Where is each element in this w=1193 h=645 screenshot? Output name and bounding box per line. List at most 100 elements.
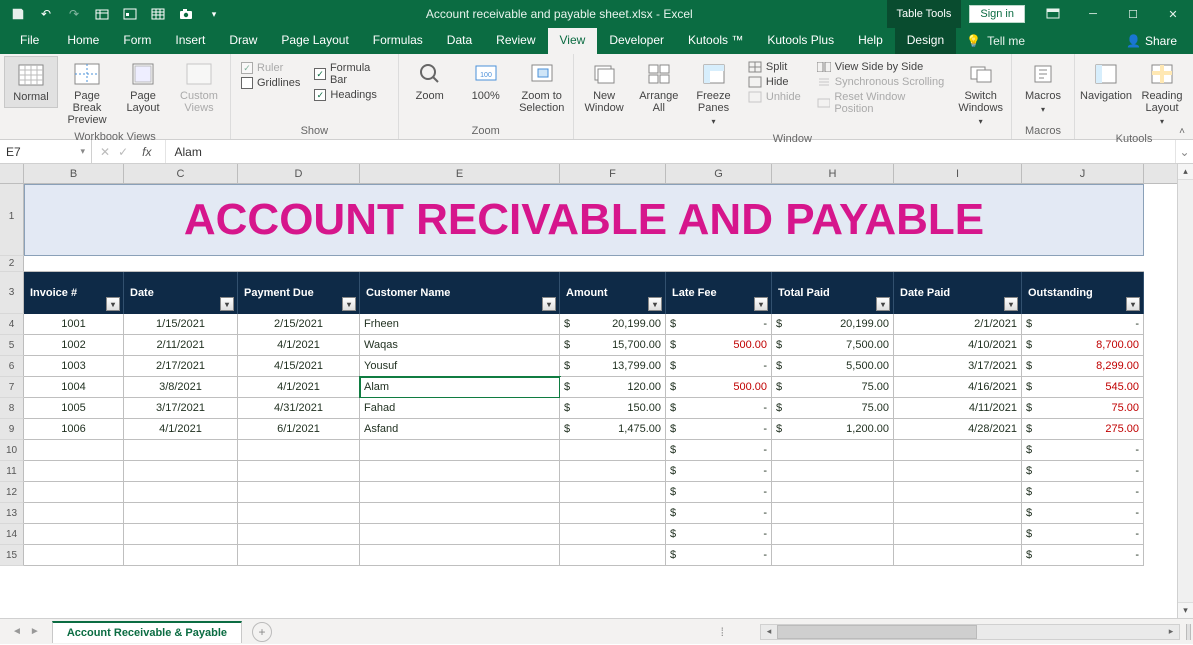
tab-view[interactable]: View [548,28,598,54]
reading-layout-button[interactable]: Reading Layout▾ [1135,56,1189,132]
cell[interactable]: $545.00 [1022,377,1144,398]
tab-page-layout[interactable]: Page Layout [269,28,360,54]
cell[interactable]: $7,500.00 [772,335,894,356]
cell[interactable]: $8,700.00 [1022,335,1144,356]
cell[interactable]: $- [666,314,772,335]
cell[interactable]: $20,199.00 [560,314,666,335]
col-header-C[interactable]: C [124,164,238,183]
cell[interactable] [238,524,360,545]
cell[interactable]: Frheen [360,314,560,335]
chevron-down-icon[interactable]: ▾ [80,146,85,157]
row-header-2[interactable]: 2 [0,256,24,272]
cell[interactable]: $500.00 [666,335,772,356]
cell[interactable]: 1006 [24,419,124,440]
cell[interactable] [238,545,360,566]
cell[interactable] [124,503,238,524]
cell[interactable] [124,545,238,566]
cell[interactable] [124,482,238,503]
cell[interactable] [772,440,894,461]
cell[interactable]: $- [666,545,772,566]
cell[interactable]: 4/15/2021 [238,356,360,377]
cell[interactable] [24,461,124,482]
col-header-E[interactable]: E [360,164,560,183]
cell[interactable] [894,524,1022,545]
split-handle[interactable] [1186,624,1191,640]
cell[interactable]: $- [1022,545,1144,566]
cell[interactable] [560,524,666,545]
cell[interactable]: 2/17/2021 [124,356,238,377]
custom-views-button[interactable]: Custom Views [172,56,226,118]
cell[interactable]: 2/1/2021 [894,314,1022,335]
cell[interactable] [124,461,238,482]
cell[interactable] [124,440,238,461]
cell[interactable]: 1001 [24,314,124,335]
row-header-10[interactable]: 10 [0,440,24,461]
cell[interactable]: Waqas [360,335,560,356]
col-header-H[interactable]: H [772,164,894,183]
scroll-down-icon[interactable]: ▾ [1178,602,1193,618]
cell[interactable] [124,524,238,545]
cell[interactable] [238,503,360,524]
row-header-1[interactable]: 1 [0,184,24,256]
camera-icon[interactable] [174,3,198,25]
cell[interactable]: $120.00 [560,377,666,398]
accept-formula-icon[interactable]: ✓ [118,145,128,159]
filter-icon[interactable]: ▾ [220,297,234,311]
cell[interactable] [24,440,124,461]
cell[interactable] [360,503,560,524]
tab-formulas[interactable]: Formulas [361,28,435,54]
cell[interactable]: $- [666,419,772,440]
horizontal-scrollbar[interactable]: ◂ ▸ [760,624,1180,640]
tell-me-search[interactable]: 💡Tell me [956,28,1035,54]
cell[interactable] [772,545,894,566]
cell[interactable]: $- [1022,314,1144,335]
cell[interactable] [560,440,666,461]
cell[interactable]: 1003 [24,356,124,377]
cell[interactable]: $500.00 [666,377,772,398]
undo-icon[interactable]: ↶ [34,3,58,25]
cell[interactable] [894,440,1022,461]
cell[interactable]: $8,299.00 [1022,356,1144,377]
filter-icon[interactable]: ▾ [342,297,356,311]
sign-in-button[interactable]: Sign in [969,5,1025,23]
cell[interactable]: $150.00 [560,398,666,419]
cell[interactable] [360,482,560,503]
page-break-preview-button[interactable]: Page Break Preview [60,56,114,130]
scroll-left-icon[interactable]: ◂ [761,626,777,637]
sheet-nav-prev-icon[interactable]: ◄ [12,626,22,637]
th-invoice[interactable]: Invoice #▾ [24,272,124,314]
cell[interactable]: Fahad [360,398,560,419]
tab-file[interactable]: File [4,28,55,54]
cell[interactable] [238,482,360,503]
vertical-scrollbar[interactable]: ▴ ▾ [1177,164,1193,618]
cell[interactable]: $5,500.00 [772,356,894,377]
cell[interactable] [772,482,894,503]
cell[interactable] [360,461,560,482]
row-header-7[interactable]: 7 [0,377,24,398]
cell[interactable] [894,482,1022,503]
row-header-15[interactable]: 15 [0,545,24,566]
hide-button[interactable]: Hide [744,75,805,89]
sheet-nav-next-icon[interactable]: ► [30,626,40,637]
row-header-12[interactable]: 12 [0,482,24,503]
cell[interactable]: 4/11/2021 [894,398,1022,419]
switch-windows-button[interactable]: Switch Windows▾ [954,56,1007,132]
formula-bar-checkbox[interactable]: ✓Formula Bar [314,62,387,86]
th-customer[interactable]: Customer Name▾ [360,272,560,314]
new-window-button[interactable]: New Window [578,56,631,118]
tab-kutools-plus[interactable]: Kutools Plus [755,28,846,54]
cell[interactable]: $20,199.00 [772,314,894,335]
cell[interactable] [560,503,666,524]
th-total-paid[interactable]: Total Paid▾ [772,272,894,314]
filter-icon[interactable]: ▾ [648,297,662,311]
cell[interactable]: 6/1/2021 [238,419,360,440]
cell[interactable]: $- [666,398,772,419]
fx-icon[interactable]: fx [136,145,157,159]
tab-home[interactable]: Home [55,28,111,54]
cell[interactable] [894,461,1022,482]
ruler-checkbox[interactable]: ✓Ruler [241,62,300,74]
cell[interactable] [894,503,1022,524]
title-banner[interactable]: ACCOUNT RECIVABLE AND PAYABLE [24,184,1144,256]
save-icon[interactable] [6,3,30,25]
cell[interactable]: $- [666,440,772,461]
